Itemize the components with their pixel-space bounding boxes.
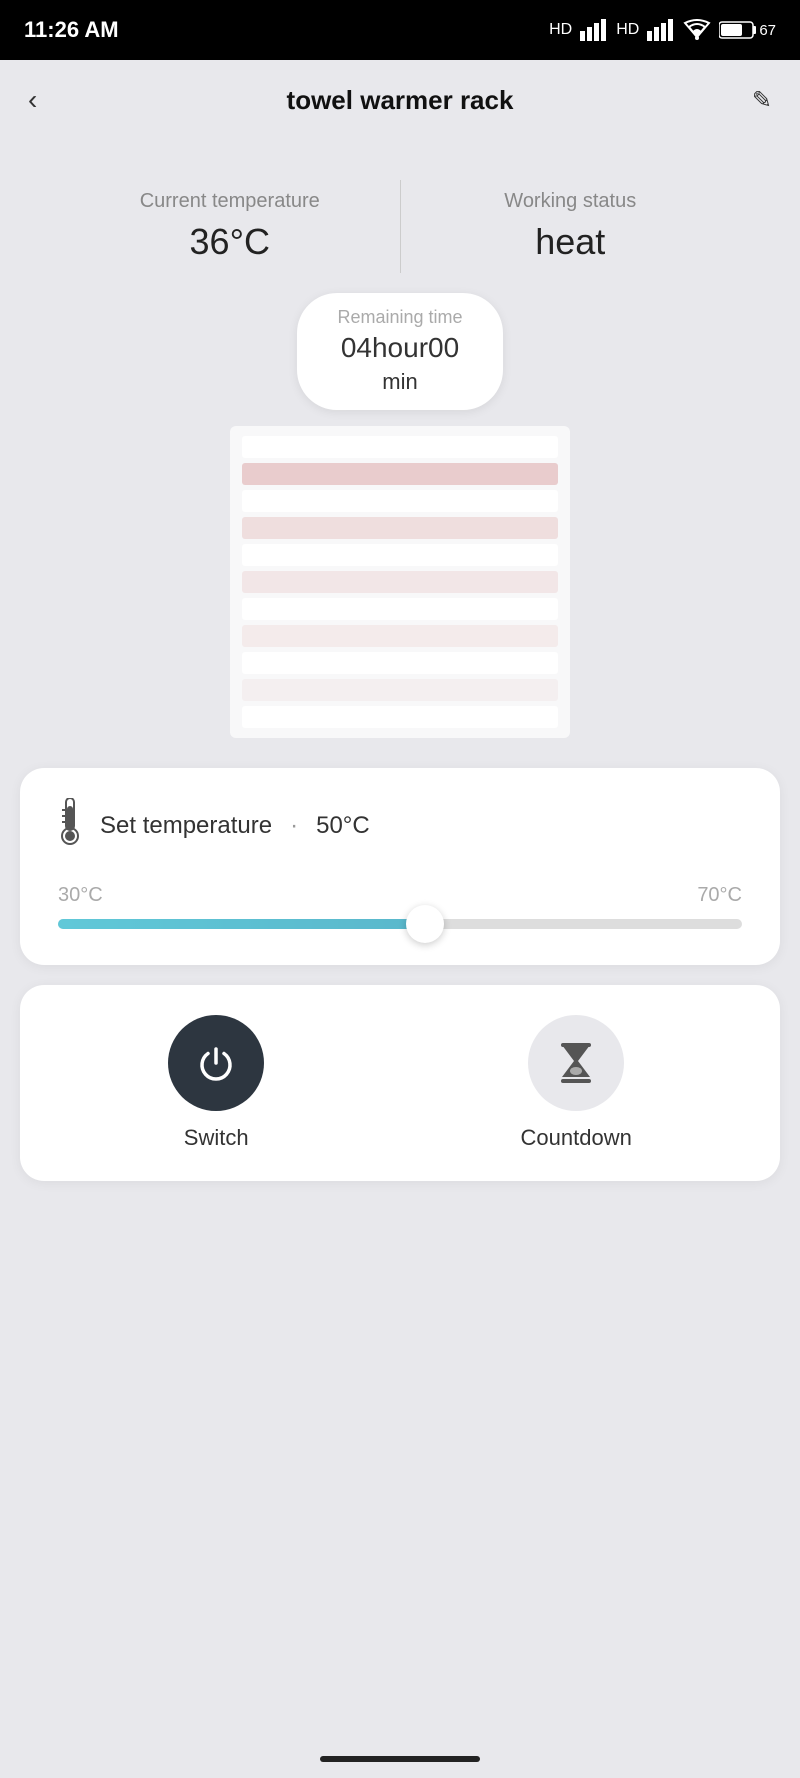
temp-card-header: Set temperature · 50°C [54, 798, 746, 854]
rack-bar-5 [242, 652, 558, 674]
power-icon [194, 1041, 238, 1085]
slider-labels: 30°C 70°C [58, 884, 742, 907]
temp-dot: · [290, 812, 298, 840]
remaining-time-bubble: Remaining time 04hour00 min [297, 293, 502, 410]
working-status-stat: Working status heat [401, 180, 741, 273]
rack-bar-warm-5 [242, 679, 558, 701]
header: ‹ towel warmer rack ✎ [0, 60, 800, 140]
battery-icon: 67 [719, 20, 776, 40]
controls-card: Switch Countdown [20, 985, 780, 1181]
temperature-card: Set temperature · 50°C 30°C 70°C [20, 768, 780, 965]
slider-min-label: 30°C [58, 884, 103, 907]
signal-icon-2: HD [616, 21, 639, 39]
rack-bar-warm-1 [242, 463, 558, 485]
temp-set-value: 50°C [316, 812, 370, 840]
wifi-icon [683, 19, 711, 41]
countdown-control[interactable]: Countdown [521, 1015, 632, 1151]
working-status-label: Working status [421, 190, 721, 213]
current-temp-value: 36°C [80, 221, 380, 263]
temperature-slider[interactable] [58, 919, 742, 929]
current-temp-stat: Current temperature 36°C [60, 180, 401, 273]
switch-control[interactable]: Switch [168, 1015, 264, 1151]
rack-bar-warm-3 [242, 571, 558, 593]
bottom-spacer [0, 1211, 800, 1411]
page-title: towel warmer rack [287, 85, 514, 116]
remaining-time-value: 04hour00 min [337, 332, 462, 396]
hourglass-icon [556, 1041, 596, 1085]
remaining-time-container: Remaining time 04hour00 min [0, 293, 800, 410]
switch-label: Switch [184, 1125, 249, 1151]
rack-bar-3 [242, 544, 558, 566]
rack-bar-4 [242, 598, 558, 620]
status-bar: 11:26 AM HD HD 67 [0, 0, 800, 60]
battery-percent: 67 [759, 22, 776, 39]
stats-section: Current temperature 36°C Working status … [60, 180, 740, 273]
signal-bars-1 [580, 19, 608, 41]
countdown-icon-circle[interactable] [528, 1015, 624, 1111]
countdown-label: Countdown [521, 1125, 632, 1151]
rack-bar-2 [242, 490, 558, 512]
working-status-value: heat [421, 221, 721, 263]
thermometer-icon [54, 798, 86, 854]
rack-bar-1 [242, 436, 558, 458]
signal-bars-2 [647, 19, 675, 41]
rack-bar-warm-2 [242, 517, 558, 539]
status-icons: HD HD 67 [549, 19, 776, 41]
edit-button[interactable]: ✎ [752, 86, 772, 115]
slider-fill [58, 919, 414, 929]
temp-card-title: Set temperature [100, 812, 272, 840]
slider-thumb[interactable] [406, 905, 444, 943]
back-button[interactable]: ‹ [28, 84, 37, 116]
rack-bar-6 [242, 706, 558, 728]
current-temp-label: Current temperature [80, 190, 380, 213]
home-indicator [320, 1756, 480, 1762]
remaining-time-label: Remaining time [337, 307, 462, 328]
switch-icon-circle[interactable] [168, 1015, 264, 1111]
signal-icon-1: HD [549, 21, 572, 39]
rack-bar-warm-4 [242, 625, 558, 647]
slider-max-label: 70°C [697, 884, 742, 907]
temperature-slider-container: 30°C 70°C [54, 884, 746, 929]
status-time: 11:26 AM [24, 17, 119, 43]
towel-rack-visual [230, 426, 570, 738]
